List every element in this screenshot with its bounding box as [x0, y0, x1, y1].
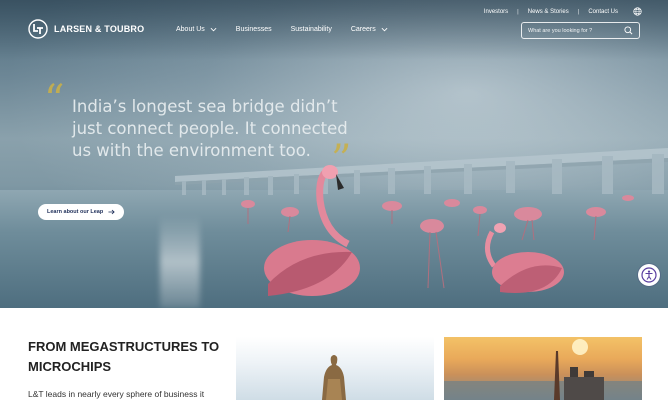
nav-item-label: Careers [350, 26, 376, 33]
search-input[interactable] [528, 27, 622, 34]
nav-item-businesses[interactable]: Businesses [236, 26, 272, 33]
nav-item-label: About Us [176, 26, 205, 33]
cta-label: Learn about our Leap [47, 209, 104, 215]
search-icon[interactable] [624, 26, 633, 35]
learn-about-leap-button[interactable]: Learn about our Leap [38, 204, 125, 220]
offshore-image-card[interactable] [444, 337, 642, 400]
background-flamingos [241, 195, 634, 233]
section-title: FROM MEGASTRUCTURES TO MICROCHIPS [28, 337, 228, 377]
right-flamingo [485, 223, 564, 293]
chevron-down-icon [381, 27, 388, 32]
offshore-image [444, 339, 642, 400]
nav-item-label: Businesses [235, 26, 272, 33]
utility-link-contact-us[interactable]: Contact Us [579, 9, 627, 15]
statue-image-card[interactable] [236, 337, 434, 400]
main-nav: About Us Businesses Sustainability Caree… [176, 26, 407, 33]
hero-headline-line: us with the environment too. [72, 141, 311, 160]
utility-link-news-stories[interactable]: News & Stories [519, 9, 578, 15]
utility-separator: | [577, 8, 580, 15]
hero-headline: India’s longest sea bridge didn’t just c… [72, 96, 372, 162]
globe-icon[interactable] [633, 7, 642, 16]
utility-separator: | [517, 8, 519, 15]
brand-logo[interactable]: LARSEN & TOUBRO [28, 19, 144, 39]
arrow-right-icon [108, 209, 115, 215]
lt-logo-icon [28, 19, 48, 39]
hero-headline-line: India’s longest sea bridge didn’t [72, 97, 338, 116]
chevron-down-icon [210, 27, 217, 32]
search-box [521, 22, 640, 39]
nav-item-sustainability[interactable]: Sustainability [291, 26, 332, 33]
hero-headline-line: just connect people. It connected [72, 119, 348, 138]
accessibility-icon [641, 267, 657, 283]
utility-nav: Investors | News & Stories | Contact Us [475, 7, 642, 16]
section-text: L&T leads in nearly every sphere of busi… [28, 389, 205, 399]
statue-image [322, 355, 346, 400]
nav-item-about-us[interactable]: About Us [176, 26, 217, 33]
section-title-line: MICROCHIPS [28, 359, 112, 374]
accessibility-button[interactable] [638, 264, 660, 286]
foreground-flamingo [264, 165, 360, 296]
section-title-line: FROM MEGASTRUCTURES TO [28, 339, 220, 354]
quote-open-icon: “ [44, 77, 65, 123]
nav-item-label: Sustainability [290, 26, 332, 33]
utility-link-investors[interactable]: Investors [475, 9, 517, 15]
brand-name: LARSEN & TOUBRO [54, 24, 145, 34]
nav-item-careers[interactable]: Careers [351, 26, 388, 33]
quote-close-icon: ” [331, 137, 352, 183]
